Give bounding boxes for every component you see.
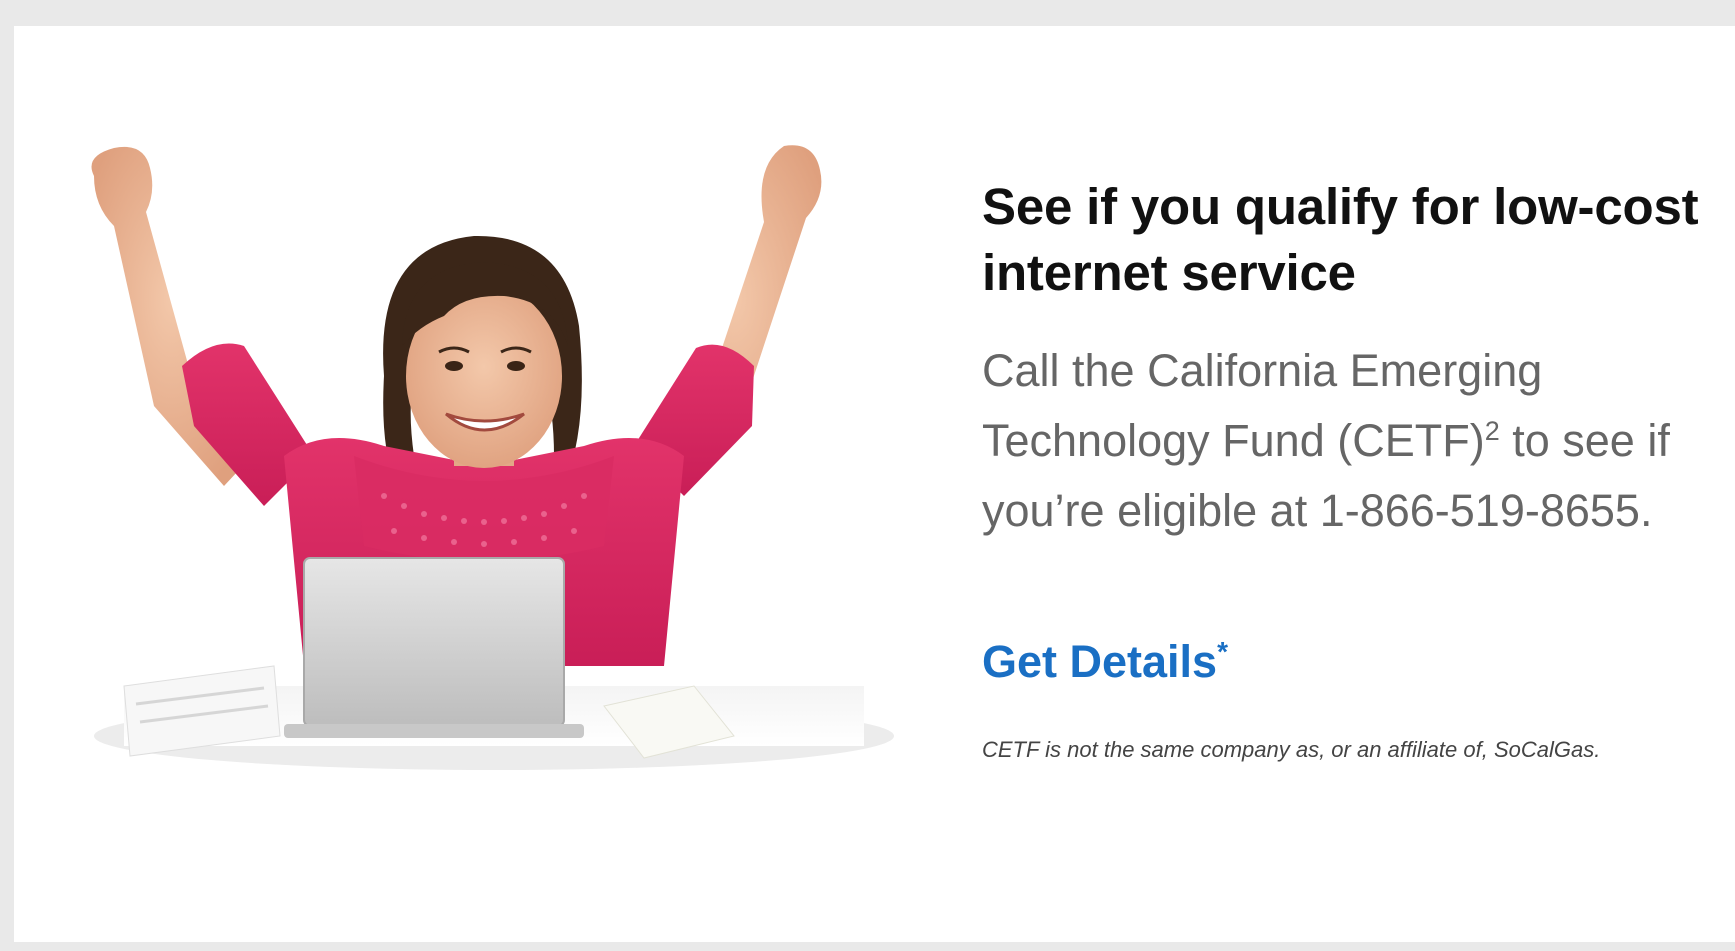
hero-photo-girl-with-laptop <box>84 126 944 856</box>
promo-content: See if you qualify for low-cost internet… <box>982 174 1735 788</box>
promo-body-prefix: Call the California Emerging Technology … <box>982 345 1543 466</box>
get-details-label[interactable]: Get Details <box>982 636 1217 687</box>
promo-headline: See if you qualify for low-cost internet… <box>982 178 1699 301</box>
cetf-disclaimer: CETF is not the same company as, or an a… <box>982 737 1601 762</box>
cta-footnote-marker: * <box>1217 636 1228 667</box>
promo-card: See if you qualify for low-cost internet… <box>14 26 1735 942</box>
footnote-marker: 2 <box>1484 416 1500 446</box>
page-frame: See if you qualify for low-cost internet… <box>0 0 1735 951</box>
promo-body: Call the California Emerging Technology … <box>982 336 1722 546</box>
get-details-link[interactable]: Get Details* <box>982 636 1228 688</box>
